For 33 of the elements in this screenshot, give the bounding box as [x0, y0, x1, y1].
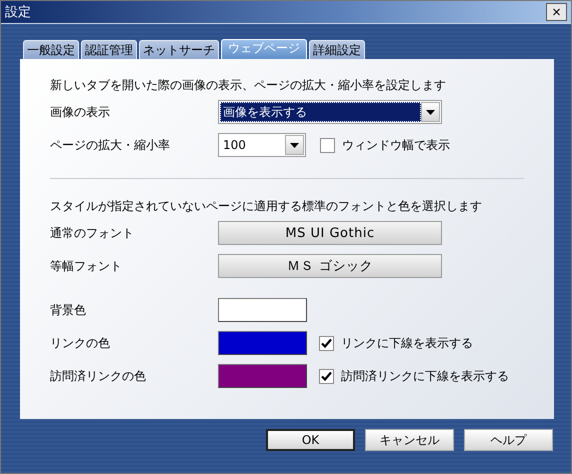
close-button[interactable]: ×	[546, 3, 567, 21]
checkbox-label: リンクに下線を表示する	[341, 334, 473, 352]
field-label: ページの拡大・縮小率	[50, 136, 171, 154]
field-label: 画像の表示	[50, 104, 111, 120]
dialog-button[interactable]: キャンセル	[365, 429, 454, 451]
checkbox[interactable]	[319, 368, 334, 384]
field-label: 等幅フォント	[50, 258, 123, 274]
dropdown-arrow-icon	[290, 142, 299, 148]
font-button[interactable]: ＭＳ ゴシック	[218, 254, 442, 278]
field-label: リンクの色	[50, 334, 111, 352]
window-title: 設定	[5, 4, 31, 21]
checkbox[interactable]	[319, 336, 334, 350]
description-text: スタイルが指定されていないページに適用する標準のフォントと色を選択します	[50, 198, 483, 214]
field-label: 訪問済リンクの色	[50, 368, 147, 384]
tab[interactable]: 認証管理	[81, 40, 137, 59]
checkbox-label: 訪問済リンクに下線を表示する	[341, 368, 509, 384]
checkbox-label: ウィンドウ幅で表示	[342, 136, 450, 154]
dropdown[interactable]: 画像を表示する	[218, 100, 442, 124]
tab[interactable]: ネットサーチ	[139, 40, 219, 59]
tab[interactable]: 一般設定	[23, 40, 79, 59]
checkbox[interactable]	[320, 138, 335, 152]
description-text: 新しいタブを開いた際の画像の表示、ページの拡大・縮小率を設定します	[50, 77, 447, 93]
tab[interactable]: 詳細設定	[309, 40, 365, 59]
color-swatch[interactable]	[218, 331, 307, 355]
dialog-button[interactable]: OK	[266, 429, 355, 451]
dropdown-arrow-icon	[426, 110, 435, 114]
field-label: 背景色	[50, 302, 87, 318]
dialog-button[interactable]: ヘルプ	[464, 429, 553, 451]
font-button[interactable]: MS UI Gothic	[218, 221, 442, 245]
color-swatch[interactable]	[218, 364, 307, 388]
dropdown[interactable]: 100	[218, 133, 306, 157]
color-swatch[interactable]	[218, 298, 307, 322]
field-label: 通常のフォント	[50, 224, 135, 242]
